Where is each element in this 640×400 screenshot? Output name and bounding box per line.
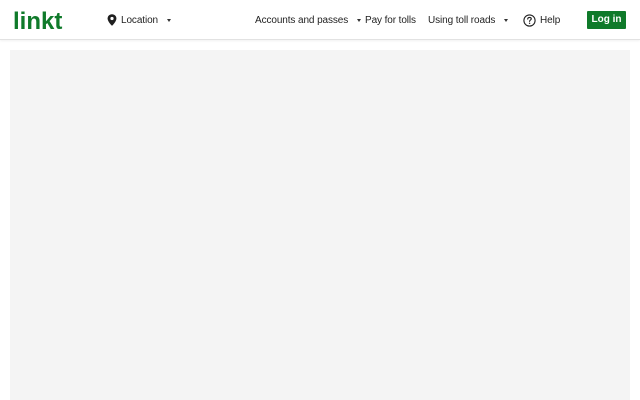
- nav-help[interactable]: Help: [523, 0, 560, 40]
- chevron-down-icon: [357, 18, 362, 22]
- chevron-down-icon: [167, 18, 172, 22]
- linkt-logo-mark: linkt: [13, 8, 62, 35]
- svg-text:linkt: linkt: [13, 8, 62, 33]
- help-circle-icon: [523, 13, 536, 27]
- linkt-logo[interactable]: linkt: [13, 3, 81, 35]
- chevron-down-icon: [504, 18, 509, 22]
- nav-accounts-and-passes[interactable]: Accounts and passes: [255, 0, 362, 40]
- nav-help-label: Help: [540, 14, 561, 26]
- nav-using-label: Using toll roads: [428, 14, 496, 26]
- nav-using-toll-roads[interactable]: Using toll roads: [428, 0, 509, 40]
- nav-location-label: Location: [121, 14, 159, 26]
- login-button[interactable]: Log in: [587, 11, 626, 29]
- nav-pay-label: Pay for tolls: [365, 14, 416, 26]
- nav-pay-for-tolls[interactable]: Pay for tolls: [365, 0, 416, 40]
- map-pin-icon: [107, 14, 117, 26]
- nav-accounts-label: Accounts and passes: [255, 14, 349, 26]
- main-content-placeholder: [10, 50, 630, 400]
- site-header: linkt Location Accounts and passes Pay f…: [0, 0, 640, 40]
- nav-location[interactable]: Location: [107, 0, 172, 40]
